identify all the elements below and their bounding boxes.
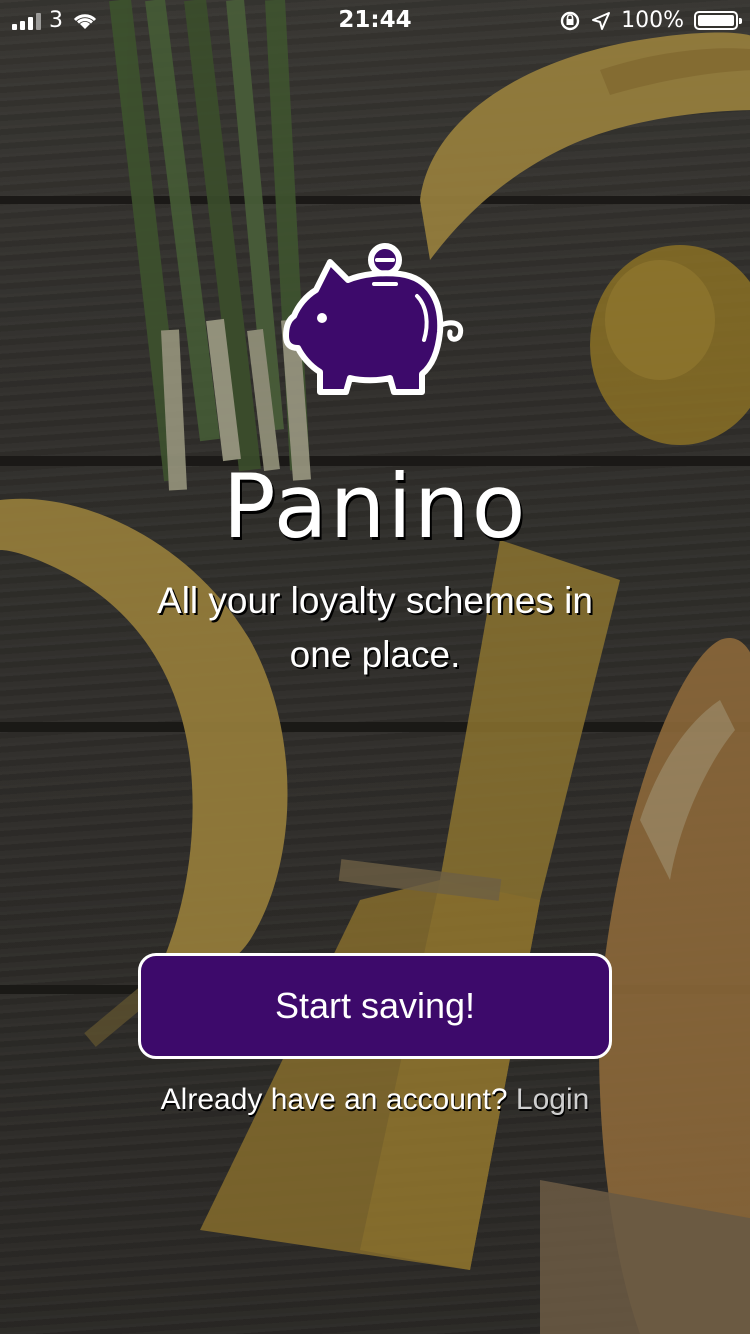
login-prompt-row: Already have an account? Login — [0, 1083, 750, 1117]
start-saving-button[interactable]: Start saving! — [138, 953, 612, 1059]
login-prompt-text: Already have an account? — [160, 1083, 508, 1116]
app-title: Panino — [222, 455, 528, 558]
location-arrow-icon — [592, 11, 611, 30]
tagline: All your loyalty schemes in one place. — [100, 574, 650, 682]
battery-percentage: 100% — [621, 8, 684, 33]
battery-icon — [694, 11, 742, 30]
piggy-bank-icon — [283, 243, 464, 395]
tagline-line-1: All your loyalty schemes in — [157, 580, 593, 621]
status-bar: 3 21:44 100% — [0, 0, 750, 40]
rotation-lock-icon — [560, 11, 580, 30]
tagline-line-2: one place. — [289, 634, 461, 675]
login-link[interactable]: Login — [516, 1083, 589, 1116]
